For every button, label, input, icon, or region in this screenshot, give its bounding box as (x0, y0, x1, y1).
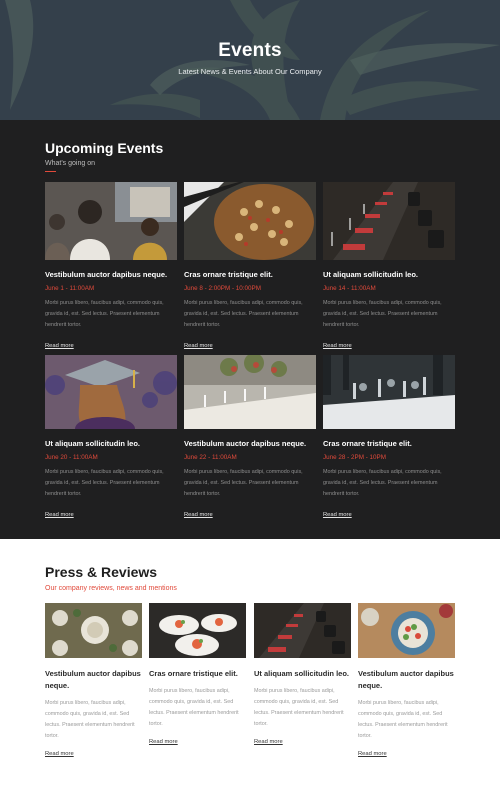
page-subtitle: Latest News & Events About Our Company (178, 67, 322, 76)
read-more-link[interactable]: Read more (184, 512, 213, 518)
event-description: Morbi purus libero, faucibus adipi, comm… (45, 469, 164, 497)
read-more-link[interactable]: Read more (45, 343, 74, 349)
event-date: June 22 - 11:00AM (184, 454, 237, 461)
section-subtitle: Our company reviews, news and mentions (45, 585, 177, 592)
press-card: Ut aliquam sollicitudin leo. Morbi purus… (254, 603, 351, 748)
graduation-image[interactable] (45, 355, 177, 429)
read-more-link[interactable]: Read more (323, 512, 352, 518)
hero-banner: Events Latest News & Events About Our Co… (0, 0, 500, 120)
page-title: Events (218, 40, 282, 61)
event-description: Morbi purus libero, faucibus adipi, comm… (323, 300, 442, 328)
event-title: Ut aliquam sollicitudin leo. (45, 439, 141, 448)
read-more-link[interactable]: Read more (323, 343, 352, 349)
event-card: Cras ornare tristique elit. June 8 - 2:0… (184, 182, 316, 352)
press-card: Cras ornare tristique elit. Morbi purus … (149, 603, 246, 748)
press-description: Morbi purus libero, faucibus adipi, comm… (254, 688, 344, 727)
read-more-link[interactable]: Read more (358, 751, 387, 757)
event-title: Ut aliquam sollicitudin leo. (323, 270, 419, 279)
events-grid: Vestibulum auctor dapibus neque. June 1 … (45, 182, 455, 542)
press-reviews-section: Press & Reviews Our company reviews, new… (0, 539, 500, 808)
event-title: Cras ornare tristique elit. (184, 270, 273, 279)
salad-bowl-image[interactable] (358, 603, 455, 658)
event-card: Cras ornare tristique elit. June 28 - 2P… (323, 355, 455, 521)
event-date: June 20 - 11:00AM (45, 454, 98, 461)
dinner-hall-image[interactable] (323, 355, 455, 429)
concert-crowd-image[interactable] (45, 182, 177, 260)
event-title: Vestibulum auctor dapibus neque. (184, 439, 307, 448)
event-title: Cras ornare tristique elit. (323, 439, 412, 448)
press-description: Morbi purus libero, faucibus adipi, comm… (358, 700, 448, 739)
section-title: Press & Reviews (45, 564, 158, 580)
press-title: Vestibulum auctor dapibus neque. (45, 669, 141, 690)
event-date: June 14 - 11:00AM (323, 285, 376, 292)
food-platter-image[interactable] (184, 182, 316, 260)
press-title: Ut aliquam sollicitudin leo. (254, 669, 350, 678)
banquet-table-image[interactable] (254, 603, 351, 658)
event-description: Morbi purus libero, faucibus adipi, comm… (184, 300, 303, 328)
press-title: Cras ornare tristique elit. (149, 669, 238, 678)
press-card: Vestibulum auctor dapibus neque. Morbi p… (358, 603, 455, 760)
press-description: Morbi purus libero, faucibus adipi, comm… (149, 688, 239, 727)
section-subtitle: What's going on (45, 160, 95, 167)
event-date: June 1 - 11:00AM (45, 285, 95, 292)
event-description: Morbi purus libero, faucibus adipi, comm… (323, 469, 442, 497)
event-description: Morbi purus libero, faucibus adipi, comm… (184, 469, 303, 497)
press-title: Vestibulum auctor dapibus neque. (358, 669, 454, 690)
read-more-link[interactable]: Read more (45, 512, 74, 518)
wedding-table-image[interactable] (184, 355, 316, 429)
press-card: Vestibulum auctor dapibus neque. Morbi p… (45, 603, 142, 760)
read-more-link[interactable]: Read more (45, 751, 74, 757)
press-grid: Vestibulum auctor dapibus neque. Morbi p… (45, 603, 455, 793)
table-setting-image[interactable] (45, 603, 142, 658)
plated-dishes-image[interactable] (149, 603, 246, 658)
read-more-link[interactable]: Read more (254, 739, 283, 745)
read-more-link[interactable]: Read more (149, 739, 178, 745)
event-card: Vestibulum auctor dapibus neque. June 1 … (45, 182, 177, 352)
section-title: Upcoming Events (45, 140, 164, 156)
upcoming-events-section: Upcoming Events What's going on Vestibul… (0, 120, 500, 539)
press-description: Morbi purus libero, faucibus adipi, comm… (45, 700, 135, 739)
event-title: Vestibulum auctor dapibus neque. (45, 270, 168, 279)
event-card: Ut aliquam sollicitudin leo. June 14 - 1… (323, 182, 455, 352)
section-underline (45, 171, 56, 172)
event-date: June 28 - 2PM - 10PM (323, 454, 386, 461)
banquet-table-image[interactable] (323, 182, 455, 260)
event-date: June 8 - 2:00PM - 10:00PM (184, 285, 262, 292)
event-card: Vestibulum auctor dapibus neque. June 22… (184, 355, 316, 521)
read-more-link[interactable]: Read more (184, 343, 213, 349)
event-card: Ut aliquam sollicitudin leo. June 20 - 1… (45, 355, 177, 521)
event-description: Morbi purus libero, faucibus adipi, comm… (45, 300, 164, 328)
